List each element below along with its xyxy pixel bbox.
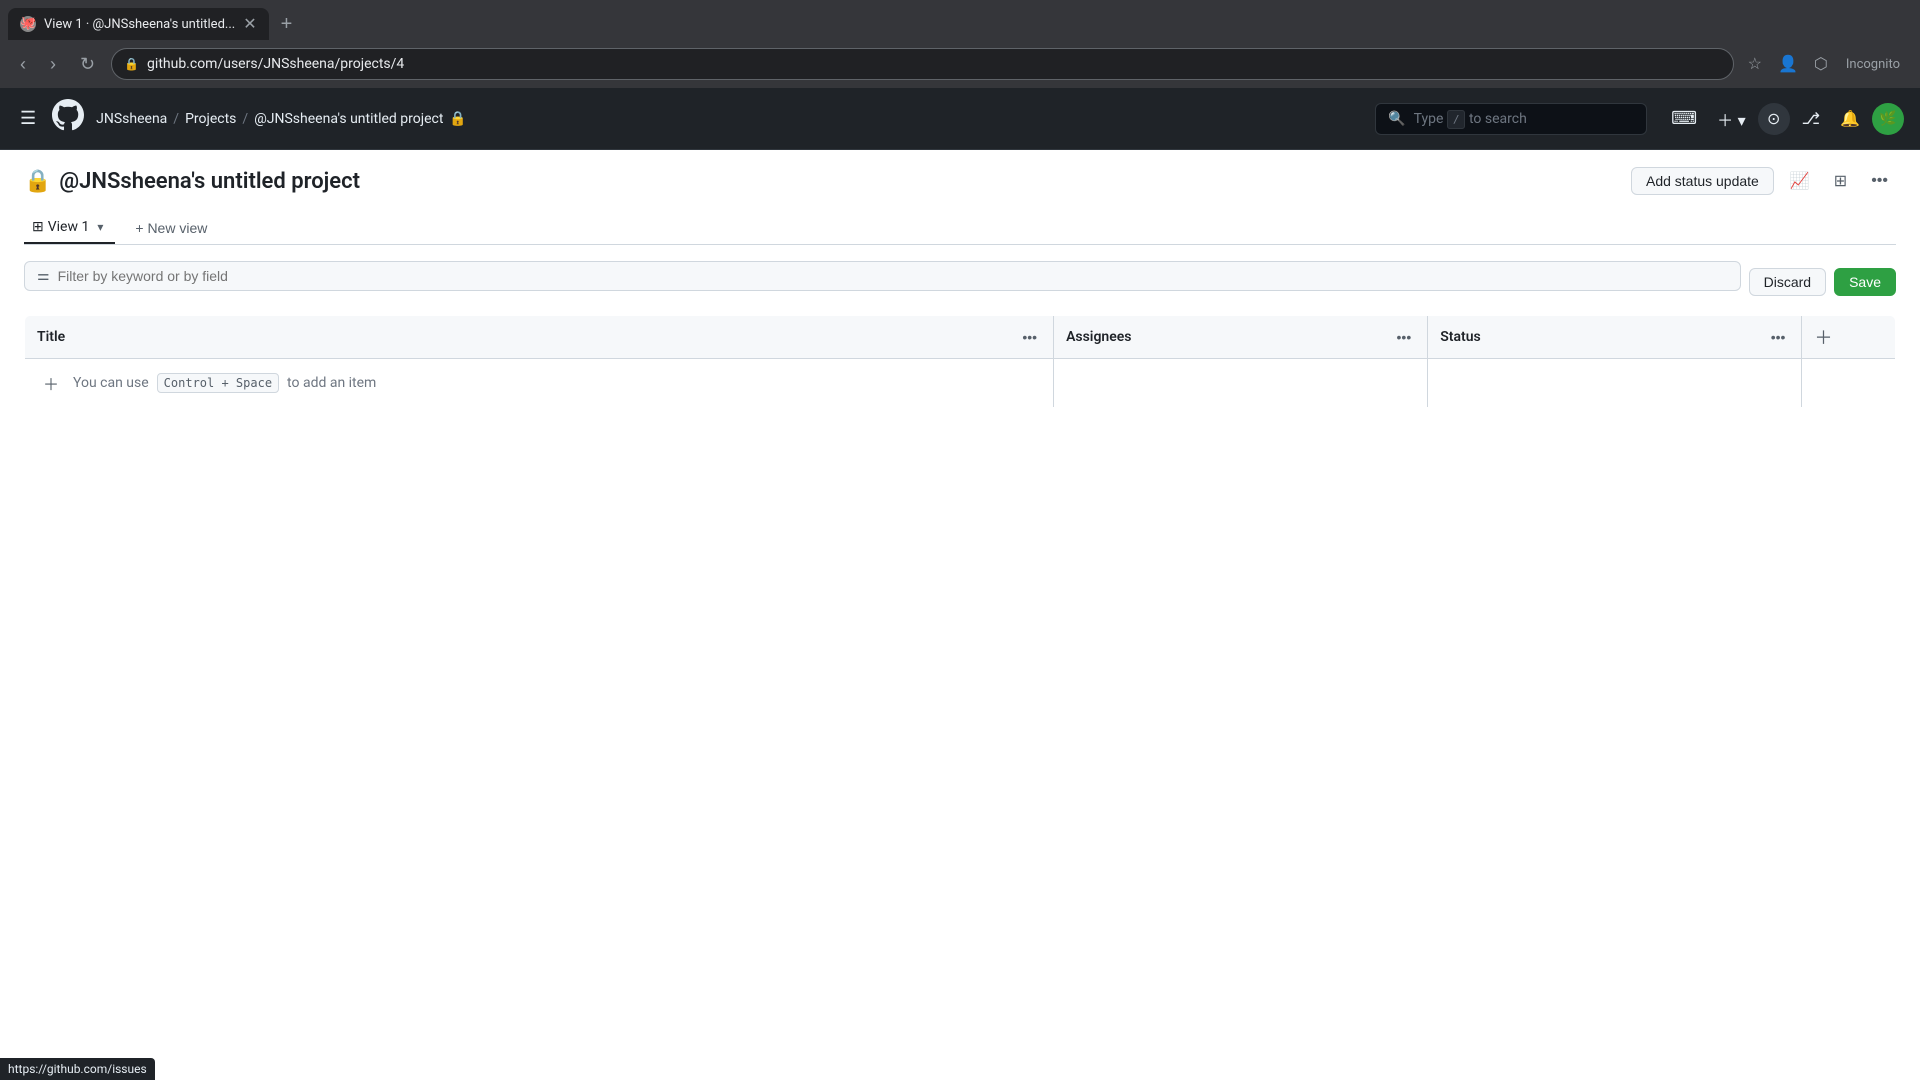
add-item-plus-button[interactable]: ＋	[37, 369, 65, 397]
view-label: View 1	[48, 219, 90, 235]
breadcrumb-lock-icon: 🔒	[449, 111, 466, 127]
filter-bar: ⚌	[24, 261, 1741, 291]
notifications-button[interactable]: 🔔	[1832, 103, 1868, 135]
breadcrumb-user-link[interactable]: JNSsheena	[96, 111, 167, 127]
insights-button[interactable]: 📈	[1782, 166, 1818, 196]
project-title-actions: Add status update 📈 ⊞ •••	[1631, 166, 1896, 196]
title-more-button[interactable]: •••	[1018, 327, 1041, 347]
project-title-text: @JNSsheena's untitled project	[59, 169, 360, 194]
add-column-button[interactable]: ＋	[1814, 324, 1832, 350]
github-logo[interactable]	[52, 99, 84, 139]
nav-bar: ‹ › ↻ 🔒 github.com/users/JNSsheena/proje…	[0, 40, 1920, 88]
project-title-bar: 🔒 @JNSsheena's untitled project Add stat…	[24, 166, 1896, 196]
add-status-update-button[interactable]: Add status update	[1631, 167, 1774, 195]
refresh-button[interactable]: ↻	[72, 50, 103, 79]
status-more-button[interactable]: •••	[1767, 327, 1790, 347]
add-item-suffix: to add an item	[287, 375, 376, 391]
tab-favicon: 🐙	[20, 16, 36, 32]
project-lock-icon: 🔒	[24, 169, 51, 194]
table-header-row: Title ••• Assignees •••	[25, 316, 1896, 359]
breadcrumb-separator-1: /	[173, 111, 179, 127]
copilot-button[interactable]: ⊙	[1758, 103, 1790, 135]
address-bar[interactable]: 🔒 github.com/users/JNSsheena/projects/4	[111, 48, 1734, 80]
add-item-extra-cell	[1802, 359, 1896, 408]
profile-button[interactable]: 👤	[1772, 48, 1804, 80]
new-tab-button[interactable]: +	[273, 9, 301, 40]
filter-input[interactable]	[58, 268, 1728, 284]
secure-icon: 🔒	[124, 57, 139, 71]
global-search[interactable]: 🔍 Type / to search	[1375, 103, 1647, 135]
view-icon: ⊞	[32, 219, 44, 235]
view-dropdown-button[interactable]: ▾	[93, 218, 107, 236]
github-header: ☰ JNSsheena / Projects / @JNSsheena's un…	[0, 88, 1920, 150]
browser-window: 🐙 View 1 · @JNSsheena's untitled... ✕ + …	[0, 0, 1920, 1080]
breadcrumb: JNSsheena / Projects / @JNSsheena's unti…	[96, 111, 467, 127]
discard-button[interactable]: Discard	[1749, 268, 1826, 296]
add-item-assignees-cell	[1054, 359, 1428, 408]
breadcrumb-projects-link[interactable]: Projects	[185, 111, 236, 127]
save-button[interactable]: Save	[1834, 268, 1896, 296]
title-label: Title	[37, 329, 65, 345]
project-table: Title ••• Assignees •••	[24, 315, 1896, 408]
browser-tab[interactable]: 🐙 View 1 · @JNSsheena's untitled... ✕	[8, 8, 269, 40]
assignees-column-header: Assignees •••	[1054, 316, 1428, 359]
user-avatar[interactable]: 🌿	[1872, 103, 1904, 135]
status-url: https://github.com/issues	[8, 1062, 147, 1076]
create-new-button[interactable]: ＋ ▾	[1709, 101, 1753, 137]
add-item-hint: You can use	[73, 375, 149, 391]
header-left: ☰ JNSsheena / Projects / @JNSsheena's un…	[16, 99, 467, 139]
layout-button[interactable]: ⊞	[1826, 166, 1855, 196]
views-bar: ⊞ View 1 ▾ + New view	[24, 212, 1896, 245]
tab-bar: 🐙 View 1 · @JNSsheena's untitled... ✕ +	[0, 0, 1920, 40]
filter-icon: ⚌	[37, 268, 50, 284]
tab-close-button[interactable]: ✕	[243, 16, 256, 32]
assignees-more-button[interactable]: •••	[1393, 327, 1416, 347]
search-shortcut-key: /	[1447, 110, 1466, 129]
add-item-status-cell	[1428, 359, 1802, 408]
tab-title: View 1 · @JNSsheena's untitled...	[44, 17, 235, 32]
github-page: ☰ JNSsheena / Projects / @JNSsheena's un…	[0, 88, 1920, 1080]
add-column-header: ＋	[1802, 316, 1896, 359]
search-placeholder: Type / to search	[1414, 111, 1635, 127]
search-icon: 🔍	[1388, 111, 1405, 127]
add-item-shortcut: Control + Space	[157, 373, 279, 393]
view-tab-view1[interactable]: ⊞ View 1 ▾	[24, 212, 115, 244]
status-column-header: Status •••	[1428, 316, 1802, 359]
status-bar: https://github.com/issues	[0, 1058, 155, 1080]
title-column-header: Title •••	[25, 316, 1054, 359]
project-content: 🔒 @JNSsheena's untitled project Add stat…	[0, 150, 1920, 1080]
breadcrumb-project-name: @JNSsheena's untitled project	[254, 111, 443, 127]
assignees-th-content: Assignees •••	[1066, 327, 1415, 347]
add-item-cell: ＋ You can use Control + Space to add an …	[25, 359, 1054, 408]
hamburger-menu-button[interactable]: ☰	[16, 104, 40, 133]
more-options-button[interactable]: •••	[1863, 167, 1896, 195]
nav-actions: ☆ 👤 ⬡ Incognito	[1742, 48, 1908, 80]
project-title: 🔒 @JNSsheena's untitled project	[24, 169, 360, 194]
bookmark-button[interactable]: ☆	[1742, 48, 1768, 80]
pull-requests-button[interactable]: ⎇	[1794, 103, 1828, 135]
status-label: Status	[1440, 329, 1480, 345]
forward-button[interactable]: ›	[42, 50, 64, 79]
status-th-content: Status •••	[1440, 327, 1789, 347]
terminal-button[interactable]: ⌨	[1663, 102, 1705, 135]
back-button[interactable]: ‹	[12, 50, 34, 79]
header-actions: ⌨ ＋ ▾ ⊙ ⎇ 🔔 🌿	[1663, 101, 1904, 137]
add-item-content: ＋ You can use Control + Space to add an …	[37, 369, 1041, 397]
incognito-label: Incognito	[1838, 53, 1908, 76]
title-th-content: Title •••	[37, 327, 1041, 347]
breadcrumb-current-project: @JNSsheena's untitled project 🔒	[254, 111, 467, 127]
new-view-button[interactable]: + New view	[123, 212, 219, 244]
assignees-label: Assignees	[1066, 329, 1131, 345]
address-text: github.com/users/JNSsheena/projects/4	[147, 56, 1721, 72]
extensions-button[interactable]: ⬡	[1808, 48, 1834, 80]
add-item-row: ＋ You can use Control + Space to add an …	[25, 359, 1896, 408]
breadcrumb-separator-2: /	[242, 111, 248, 127]
filter-bar-container: ⚌ Discard Save	[24, 261, 1896, 303]
